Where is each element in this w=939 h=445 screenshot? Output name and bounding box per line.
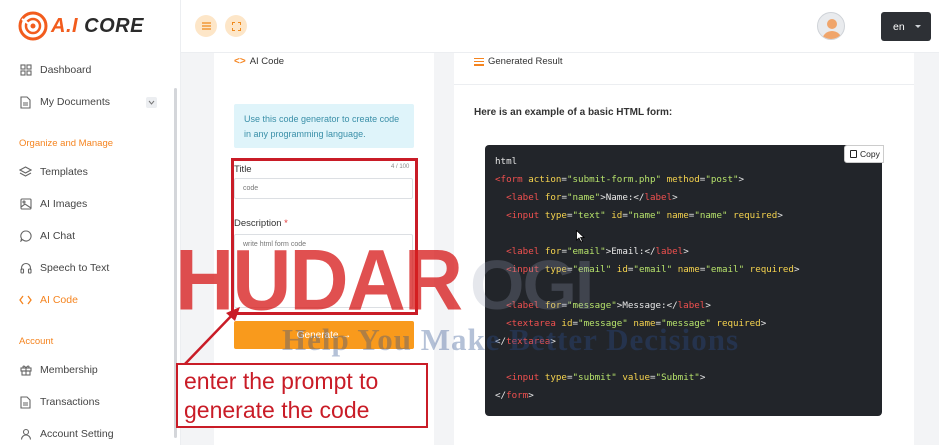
logo-icon [18,11,48,41]
sidebar-item-my-documents[interactable]: My Documents [0,87,181,117]
result-intro: Here is an example of a basic HTML form: [474,107,673,118]
code-line: <input type="submit" value="Submit"> [506,372,706,383]
section-label-organize: Organize and Manage [19,138,114,149]
grid-icon [19,64,32,77]
annotation-arrow-icon [183,307,240,366]
annotation-callout: enter the prompt to generate the code [176,363,428,428]
code-line: <form action="submit-form.php" method="p… [495,174,745,185]
sidebar-item-ai-images[interactable]: AI Images [0,189,181,219]
receipt-icon [19,395,32,409]
result-header-label: Generated Result [488,56,563,67]
caret-down-icon [915,25,921,28]
fullscreen-button[interactable] [225,15,247,37]
form-header: <> AI Code [234,56,284,67]
sidebar-item-label: My Documents [40,96,111,108]
code-line: </form> [495,390,534,401]
language-select[interactable]: en [881,12,931,41]
app-logo[interactable]: A.I CORE [18,10,144,42]
code-icon: <> [234,56,246,67]
layers-icon [19,166,32,179]
sidebar-item-label: AI Code [40,294,78,306]
clipboard-icon [850,150,857,158]
annotation-line-1: enter the prompt to [184,368,379,394]
sidebar-item-speech-to-text[interactable]: Speech to Text [0,253,181,283]
code-line: html [495,156,518,167]
sidebar-item-label: Templates [40,166,88,178]
mouse-cursor-icon [576,230,585,243]
watermark-brand-faded: OGI [470,246,594,324]
sidebar-item-label: Transactions [40,396,100,408]
copy-label: Copy [860,149,880,159]
code-icon [19,294,32,307]
sidebar-item-transactions[interactable]: Transactions [0,387,181,417]
image-icon [19,198,32,211]
sidebar-item-label: AI Images [40,198,88,210]
chevron-down-icon[interactable] [146,96,157,108]
list-icon [474,57,484,66]
logo-text: A.I CORE [51,14,144,37]
sidebar-item-ai-code[interactable]: AI Code [0,285,181,315]
expand-icon [231,21,241,31]
info-alert: Use this code generator to create code i… [234,104,414,148]
form-header-label: AI Code [249,56,285,67]
sidebar-item-label: Speech to Text [40,262,110,274]
user-icon [19,428,32,441]
language-value: en [893,20,905,33]
sidebar: A.I CORE Dashboard My Documents Organize… [0,0,181,445]
menu-toggle-button[interactable] [195,15,217,37]
section-label-account: Account [19,336,54,347]
hamburger-icon [201,22,211,30]
annotation-line-2: generate the code [184,397,370,423]
code-line: <label for="name">Name:</label> [506,192,678,203]
user-avatar-icon [822,19,842,39]
sidebar-item-membership[interactable]: Membership [0,355,181,385]
topbar: en [181,0,939,53]
sidebar-item-label: Dashboard [40,64,92,76]
sidebar-item-label: Account Setting [40,428,114,440]
chat-icon [19,230,32,243]
result-divider [454,84,914,85]
sidebar-item-templates[interactable]: Templates [0,157,181,187]
sidebar-item-label: Membership [40,364,98,376]
watermark-tagline: Help You Make Better Decisions [282,322,740,357]
sidebar-item-label: AI Chat [40,230,76,242]
headphones-icon [19,262,32,275]
document-icon [19,95,32,109]
sidebar-item-dashboard[interactable]: Dashboard [0,55,181,85]
result-header: Generated Result [474,56,562,67]
copy-button[interactable]: Copy [844,145,884,163]
avatar[interactable] [817,12,845,40]
gift-icon [19,364,32,377]
code-line: <input type="text" id="name" name="name"… [506,210,783,221]
sidebar-item-account-setting[interactable]: Account Setting [0,419,181,445]
sidebar-item-ai-chat[interactable]: AI Chat [0,221,181,251]
